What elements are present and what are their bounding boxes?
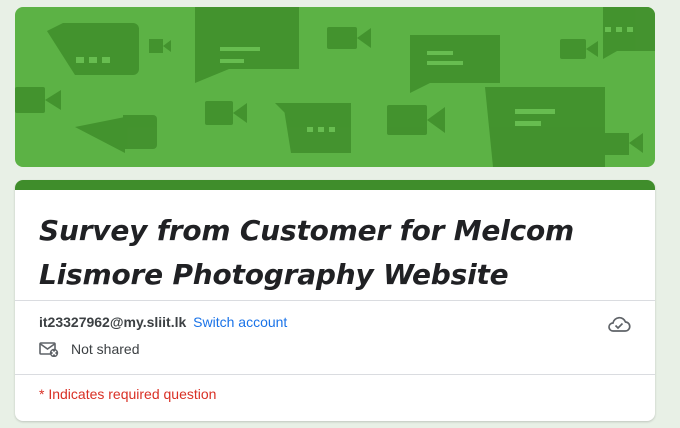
form-header-card: Survey from Customer for Melcom Lismore … <box>15 180 655 421</box>
required-question-note: * Indicates required question <box>39 386 217 402</box>
envelope-slash-icon <box>39 342 59 357</box>
banner-illustration <box>15 7 655 167</box>
form-title: Survey from Customer for Melcom Lismore … <box>39 214 575 291</box>
account-email: it23327962@my.sliit.lk <box>39 314 187 330</box>
sharing-status-text: Not shared <box>71 341 140 357</box>
account-section: it23327962@my.sliit.lk Switch account No… <box>15 300 655 375</box>
card-accent-bar <box>15 180 655 190</box>
account-line: it23327962@my.sliit.lk Switch account <box>39 314 287 330</box>
header-banner <box>15 7 655 167</box>
switch-account-link[interactable]: Switch account <box>193 314 287 330</box>
cloud-check-icon[interactable] <box>607 315 631 338</box>
sharing-status: Not shared <box>39 341 139 357</box>
